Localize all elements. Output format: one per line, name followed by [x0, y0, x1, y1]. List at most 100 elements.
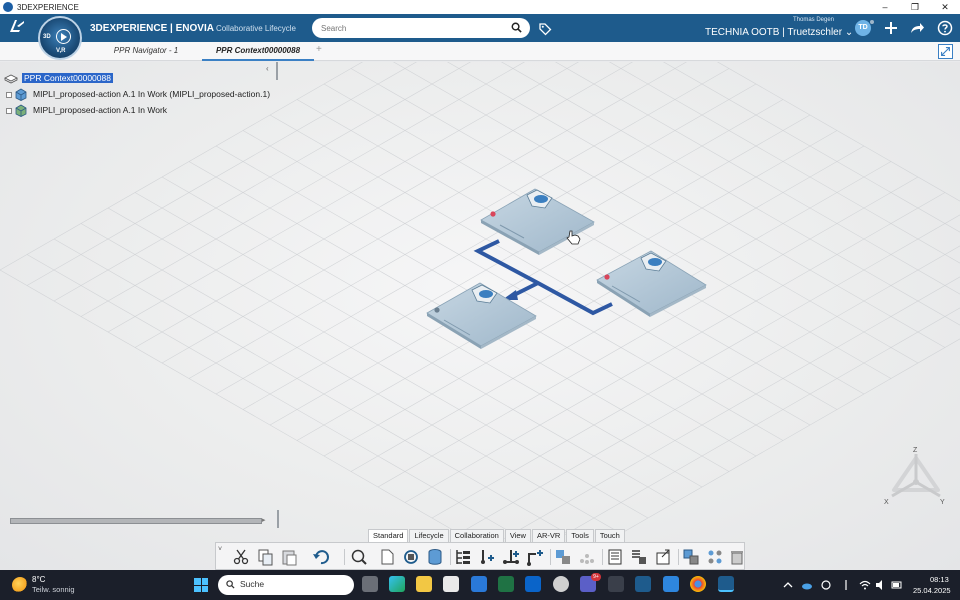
export-icon[interactable] — [654, 548, 672, 566]
usb-icon[interactable] — [840, 579, 852, 591]
search-icon — [226, 580, 235, 589]
excel-icon[interactable] — [498, 576, 514, 592]
add-tab-icon[interactable]: + — [316, 44, 322, 55]
battery-icon[interactable] — [891, 579, 903, 591]
onedrive-cloud-icon[interactable] — [801, 579, 813, 591]
document-tabs: PPR Navigator - 1 PPR Context00000088 + — [0, 42, 960, 61]
edge-browser-icon[interactable] — [389, 576, 405, 592]
network-icon[interactable] — [706, 548, 724, 566]
bottom-splitter[interactable] — [277, 510, 279, 528]
compass-vr-label: V,R — [56, 48, 66, 54]
ppr-object-plate-1[interactable] — [480, 188, 595, 255]
replace-icon[interactable] — [554, 548, 572, 566]
new-document-icon[interactable] — [378, 548, 396, 566]
ppr-context-icon — [4, 74, 18, 84]
task-view-icon[interactable] — [362, 576, 378, 592]
tree-node-child-1-label: MIPLI_proposed-action A.1 In Work (MIPLI… — [33, 89, 271, 99]
axis-z-label: Z — [913, 447, 918, 454]
insert-existing-icon[interactable] — [478, 548, 496, 566]
axis-y-label: Y — [940, 499, 945, 506]
notepad-icon[interactable] — [663, 576, 679, 592]
axis-compass[interactable]: Z X Y — [880, 440, 952, 512]
chrome-icon[interactable] — [690, 576, 706, 592]
tag-icon[interactable] — [538, 22, 552, 36]
minimize-button[interactable]: – — [870, 0, 900, 14]
play-icon[interactable] — [56, 29, 71, 44]
brand-sub: Collaborative Lifecycle — [215, 24, 296, 33]
maximize-button[interactable]: ❐ — [900, 0, 930, 14]
app-circle-icon[interactable] — [553, 576, 569, 592]
add-icon[interactable] — [883, 20, 899, 36]
share-icon[interactable] — [909, 20, 925, 36]
tab-lifecycle[interactable]: Lifecycle — [409, 529, 449, 542]
grid-line — [609, 62, 960, 264]
action-bar-caret-icon[interactable]: ˅ — [218, 546, 222, 553]
axis-x-label: X — [884, 499, 889, 506]
zoom-fit-icon[interactable] — [350, 548, 368, 566]
add-child-icon[interactable] — [526, 548, 544, 566]
user-name: Thomas Degen — [793, 17, 835, 23]
part-3d-icon — [15, 88, 27, 101]
fullscreen-icon[interactable] — [938, 44, 953, 59]
weather-sun-icon[interactable] — [12, 577, 28, 593]
wifi-icon[interactable] — [859, 579, 871, 591]
sync-icon[interactable] — [402, 548, 420, 566]
terminal-icon[interactable] — [608, 576, 624, 592]
taskbar-search[interactable]: Suche — [218, 575, 354, 595]
tenant-selector[interactable]: TECHNIA OOTB | Truetzschler ⌄ — [705, 27, 853, 38]
undo-icon[interactable] — [312, 548, 330, 566]
tab-touch[interactable]: Touch — [594, 529, 625, 542]
report-icon[interactable] — [630, 548, 648, 566]
tab-collaboration[interactable]: Collaboration — [449, 529, 504, 542]
properties-icon[interactable] — [606, 548, 624, 566]
ppr-object-plate-2[interactable] — [596, 250, 707, 317]
toolbar-separator — [450, 549, 451, 565]
notification-badge — [869, 19, 875, 25]
toolbar-separator — [602, 549, 603, 565]
tab-tools[interactable]: Tools — [566, 529, 594, 542]
search-box[interactable] — [312, 18, 530, 38]
cut-icon[interactable] — [232, 548, 250, 566]
sync-tray-icon[interactable] — [820, 579, 832, 591]
copy-icon[interactable] — [256, 548, 274, 566]
search-input[interactable] — [321, 21, 501, 35]
window-title-bar: 3DEXPERIENCE – ❐ ✕ — [0, 0, 960, 14]
collapse-tree-icon[interactable]: ‹ — [266, 64, 269, 73]
tree-structure-icon[interactable] — [454, 548, 472, 566]
store-icon[interactable] — [443, 576, 459, 592]
clock-date[interactable]: 25.04.2025 — [913, 586, 951, 595]
security-shield-icon[interactable] — [471, 576, 487, 592]
part-3d-icon — [15, 104, 27, 117]
database-icon[interactable] — [426, 548, 444, 566]
close-button[interactable]: ✕ — [930, 0, 960, 14]
3d-viewport[interactable] — [0, 62, 960, 570]
tab-ar-vr[interactable]: AR-VR — [531, 529, 566, 542]
search-icon[interactable] — [511, 22, 522, 33]
tab-view[interactable]: View — [504, 529, 531, 542]
tab-ppr-navigator[interactable]: PPR Navigator - 1 — [98, 42, 194, 61]
paste-icon[interactable] — [280, 548, 298, 566]
start-windows-icon[interactable] — [194, 578, 208, 592]
action-bar-tabs: Standard Lifecycle Collaboration View AR… — [368, 529, 626, 542]
tab-ppr-context[interactable]: PPR Context00000088 — [202, 42, 314, 61]
tree-splitter[interactable] — [276, 62, 278, 80]
volume-icon[interactable] — [875, 579, 887, 591]
delete-icon[interactable] — [728, 548, 746, 566]
clock-time[interactable]: 08:13 — [930, 575, 949, 584]
tree-horizontal-scrollbar[interactable] — [10, 518, 262, 524]
help-icon[interactable] — [937, 20, 953, 36]
compass-widget[interactable]: 3D V,R — [38, 16, 82, 60]
3dexperience-active-icon[interactable] — [718, 576, 734, 592]
insert-new-icon[interactable] — [502, 548, 520, 566]
expand-toggle[interactable] — [6, 108, 12, 114]
file-explorer-icon[interactable] — [416, 576, 432, 592]
relations-icon[interactable] — [682, 548, 700, 566]
tray-overflow-icon[interactable] — [782, 579, 794, 591]
expand-toggle[interactable] — [6, 92, 12, 98]
outlook-icon[interactable] — [525, 576, 541, 592]
scroll-end-icon[interactable]: ▸ — [262, 516, 266, 524]
scatter-icon[interactable] — [578, 548, 596, 566]
3d-scene[interactable] — [0, 62, 960, 570]
3dexperience-taskbar-icon[interactable] — [635, 576, 651, 592]
tab-standard[interactable]: Standard — [368, 529, 409, 542]
